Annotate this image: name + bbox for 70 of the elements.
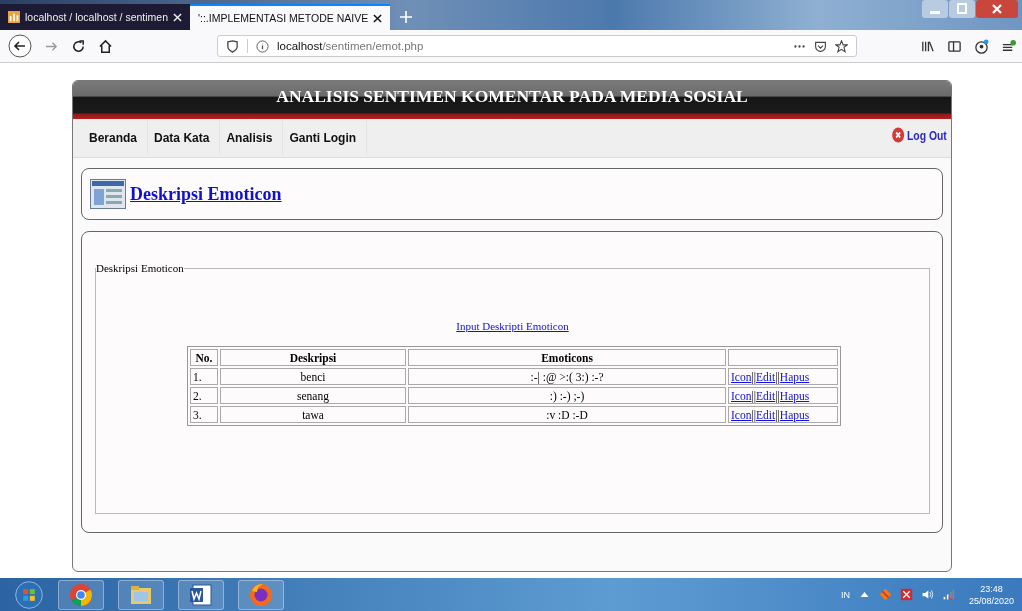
window-icon (90, 179, 126, 209)
column-header: No. (190, 349, 218, 366)
nav-link[interactable]: Ganti Login (283, 121, 368, 155)
column-header: Emoticons (408, 349, 726, 366)
table-cell: tawa (220, 406, 406, 423)
word-icon[interactable] (178, 579, 224, 610)
action-link[interactable]: Edit (756, 370, 776, 383)
sidebar-icon[interactable] (947, 38, 962, 54)
table-cell: 3. (190, 406, 218, 423)
reload-icon[interactable] (71, 38, 86, 54)
table-cell: :) :-) ;-) (408, 387, 726, 404)
separator: || (775, 389, 780, 402)
account-icon[interactable] (974, 38, 989, 54)
action-link[interactable]: Edit (756, 389, 776, 402)
chrome-icon[interactable] (58, 579, 104, 610)
separator: || (775, 408, 780, 421)
clock-time: 23:48 (980, 582, 1003, 595)
action-link[interactable]: Icon (731, 408, 752, 421)
action-link[interactable]: Edit (756, 408, 776, 421)
action-link[interactable]: Hapus (779, 408, 810, 421)
clock-date: 25/08/2020 (968, 594, 1014, 607)
action-link[interactable]: Icon (731, 370, 752, 383)
input-link[interactable]: Input Deskripti Emoticon (456, 320, 569, 332)
pocket-icon[interactable] (814, 39, 827, 53)
separator: || (775, 370, 780, 383)
table-cell: 1. (190, 368, 218, 385)
column-header: Deskripsi (220, 349, 406, 366)
clock[interactable]: 23:48 25/08/2020 (968, 582, 1014, 607)
table-cell: benci (220, 368, 406, 385)
site-title: ANALISIS SENTIMEN KOMENTAR PADA MEDIA SOSIAL (276, 85, 748, 107)
new-tab-icon[interactable] (400, 11, 413, 23)
logout-link[interactable]: Log Out (891, 127, 947, 143)
flag-icon[interactable] (899, 588, 913, 601)
table-cell: :-| :@ >:( 3:) :-? (408, 368, 726, 385)
tab-title: '::.IMPLEMENTASI METODE NAIVE (198, 12, 369, 24)
start-button-icon[interactable] (14, 579, 44, 610)
speaker-icon[interactable] (920, 588, 934, 601)
separator: || (751, 370, 757, 383)
url-text: localhost/sentimen/emot.php (277, 40, 424, 52)
shield-icon (226, 39, 239, 53)
info-icon[interactable] (256, 39, 269, 53)
star-icon[interactable] (835, 39, 848, 53)
nav-link[interactable]: Analisis (220, 121, 284, 155)
close-icon[interactable] (373, 13, 383, 23)
menu-icon[interactable] (1001, 38, 1016, 54)
browser-tab[interactable]: localhost / localhost / sentimen (0, 4, 190, 30)
table-cell: 2. (190, 387, 218, 404)
browser-tab[interactable]: '::.IMPLEMENTASI METODE NAIVE (190, 4, 391, 30)
tab-title: localhost / localhost / sentimen (25, 11, 168, 23)
table-cell: :v :D :-D (408, 406, 726, 423)
language-indicator[interactable]: IN (840, 589, 850, 600)
back-icon[interactable] (8, 34, 32, 58)
power-icon (891, 127, 905, 143)
firefox-icon[interactable] (238, 579, 284, 610)
separator: || (751, 408, 757, 421)
logout-label: Log Out (907, 127, 947, 143)
folder-icon[interactable] (118, 579, 164, 610)
home-icon[interactable] (98, 38, 113, 54)
action-link[interactable]: Hapus (779, 370, 810, 383)
action-link[interactable]: Icon (731, 389, 752, 402)
action-link[interactable]: Hapus (779, 389, 810, 402)
nav-link[interactable]: Beranda (83, 121, 149, 155)
separator: || (751, 389, 757, 402)
fieldset-legend: Deskripsi Emoticon (96, 262, 184, 274)
table-cell: senang (220, 387, 406, 404)
nav-link[interactable]: Data Kata (148, 121, 221, 155)
database-icon (8, 11, 20, 23)
section-title-link[interactable]: Deskripsi Emoticon (130, 183, 282, 205)
signal-icon[interactable] (941, 588, 955, 601)
address-field[interactable]: localhost/sentimen/emot.php (217, 35, 857, 57)
